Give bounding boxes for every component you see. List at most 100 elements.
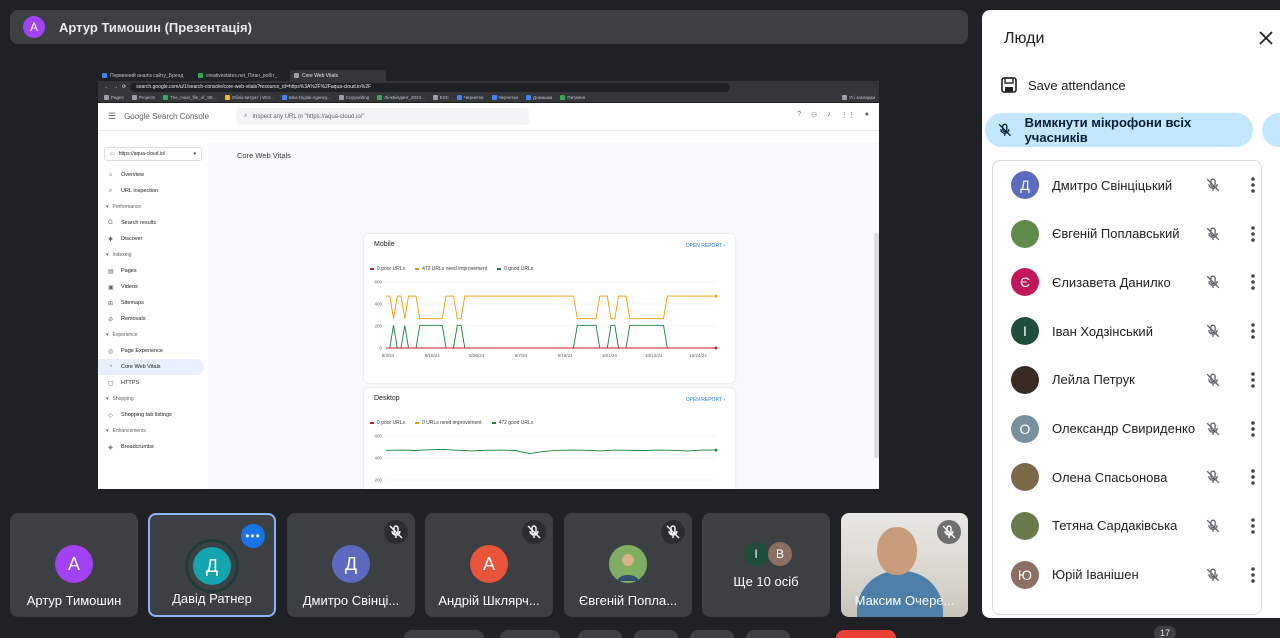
bookmark-label: Усі закладки (849, 95, 875, 100)
mic-off-icon[interactable] (1203, 565, 1223, 585)
participant-row[interactable]: Є Єлизавета Данилко (993, 258, 1261, 306)
nav-section-performance[interactable]: ▾ Performance (98, 199, 208, 215)
toolbar-button[interactable] (578, 630, 622, 638)
nav-overview[interactable]: ⌂ Overview (98, 167, 208, 183)
nav-pages[interactable]: ▤ Pages (98, 263, 208, 279)
participant-row[interactable]: Олена Спасьонова (993, 453, 1261, 501)
participant-row[interactable]: Д Дмитро Свінціцький (993, 161, 1261, 209)
more-vert-icon[interactable] (1247, 419, 1259, 439)
bookmark[interactable]: Домашка (526, 95, 552, 100)
nav-section-experience[interactable]: ▾ Experience (98, 327, 208, 343)
bookmark[interactable]: Облік витрат | Wor... (224, 95, 274, 100)
bookmark[interactable]: Усі закладки (842, 95, 879, 100)
bookmark[interactable]: The_main_file_of_SE... (163, 95, 217, 100)
bookmark[interactable]: Чернетка (457, 95, 484, 100)
apps-icon[interactable]: ⋮⋮ (841, 111, 855, 119)
nav-section-enhancements[interactable]: ▾ Enhancements (98, 423, 208, 439)
participant-row[interactable]: О Олександр Свириденко (993, 405, 1261, 453)
participant-tile[interactable]: Д Дмитро Свінці... (287, 513, 415, 617)
bookmark[interactable]: ЛінкБілдинг_2023... (377, 95, 425, 100)
mic-off-icon[interactable] (1203, 419, 1223, 439)
more-vert-icon[interactable] (1247, 467, 1259, 487)
more-options-icon[interactable]: ••• (241, 524, 265, 548)
more-vert-icon[interactable] (1247, 272, 1259, 292)
more-vert-icon[interactable] (1247, 175, 1259, 195)
participant-tile[interactable]: А Андрій Шклярч... (425, 513, 553, 617)
more-vert-icon[interactable] (1247, 565, 1259, 585)
nav-shopping-tab[interactable]: ◇ Shopping tab listings (98, 407, 208, 423)
nav-breadcrumbs[interactable]: ◈ Breadcrumbs (98, 439, 208, 455)
hamburger-icon[interactable]: ☰ (108, 111, 116, 122)
more-participants-tile[interactable]: І В Ще 10 осіб (702, 513, 830, 617)
more-vert-icon[interactable] (1247, 516, 1259, 536)
browser-tab[interactable]: creativestates.net_План_робіт_ (194, 70, 290, 81)
asterisk-icon: ✱ (108, 236, 114, 243)
mic-off-icon[interactable] (1203, 370, 1223, 390)
leave-call-button[interactable] (836, 630, 896, 638)
participant-row[interactable]: Тетяна Сардаківська (993, 502, 1261, 550)
browser-tab[interactable]: Первинний аналіз сайту_Бренд (98, 70, 194, 81)
nav-removals[interactable]: ⊘ Removals (98, 311, 208, 327)
toolbar-button[interactable] (634, 630, 678, 638)
toolbar-button[interactable] (404, 630, 484, 638)
bookmark[interactable]: Питання (560, 95, 585, 100)
mic-off-icon[interactable] (1203, 516, 1223, 536)
help-icon[interactable]: ? (797, 111, 801, 119)
nav-section-shopping[interactable]: ▾ Shopping (98, 391, 208, 407)
bookmark[interactable]: Copywriting (338, 95, 369, 100)
toolbar-button[interactable] (746, 630, 790, 638)
reload-icon[interactable]: ⟳ (122, 84, 126, 90)
nav-url-inspection[interactable]: ⌕ URL inspection (98, 183, 208, 199)
mic-off-icon[interactable] (1203, 175, 1223, 195)
remove-access-button[interactable] (1262, 113, 1280, 147)
close-icon[interactable] (1256, 28, 1276, 48)
participant-tile-selected[interactable]: Д ••• Давід Ратнер (148, 513, 276, 617)
url-inspect-search[interactable]: ⌕ Inspect any URL in "https://aqua-cloud… (236, 108, 529, 125)
nav-https[interactable]: ▢ HTTPS (98, 375, 208, 391)
mic-off-icon[interactable] (1203, 224, 1223, 244)
save-attendance-button[interactable]: Save attendance (1000, 76, 1126, 94)
bookmark[interactable]: Pages (104, 95, 124, 100)
open-report-link[interactable]: OPEN REPORT › (686, 243, 725, 249)
mute-all-button[interactable]: Вимкнути мікрофони всіх учасників (985, 113, 1253, 147)
mic-off-icon[interactable] (1203, 321, 1223, 341)
bell-icon[interactable]: ♪ (827, 111, 831, 119)
mic-off-icon[interactable] (1203, 467, 1223, 487)
participant-list: Д Дмитро Свінціцький Євгеній Поплавський Є Є… (992, 160, 1262, 615)
nav-videos[interactable]: ▣ Videos (98, 279, 208, 295)
more-vert-icon[interactable] (1247, 224, 1259, 244)
address-bar[interactable]: search.google.com/u/1/search-console/cor… (130, 82, 731, 92)
bookmark[interactable]: Idea Digital Agency... (281, 95, 331, 100)
browser-tab-active[interactable]: Core Web Vitals (290, 70, 386, 81)
open-report-link[interactable]: OPEN REPORT › (686, 397, 725, 403)
bookmark[interactable]: Чернетка (491, 95, 518, 100)
card-title: Mobile (374, 241, 395, 248)
avatar-photo (609, 545, 647, 583)
nav-sitemaps[interactable]: ⊞ Sitemaps (98, 295, 208, 311)
more-vert-icon[interactable] (1247, 321, 1259, 341)
participant-row[interactable]: Євгеній Поплавський (993, 210, 1261, 258)
scrollbar[interactable] (874, 233, 879, 458)
bookmark[interactable]: ESC (432, 95, 449, 100)
nav-page-experience[interactable]: ◎ Page Experience (98, 343, 208, 359)
toolbar-button[interactable] (690, 630, 734, 638)
nav-discover[interactable]: ✱ Discover (98, 231, 208, 247)
nav-section-indexing[interactable]: ▾ Indexing (98, 247, 208, 263)
property-selector[interactable]: ▭ https://aqua-cloud.io/ ▾ (104, 147, 202, 161)
participant-row[interactable]: Лейла Петрук (993, 356, 1261, 404)
forward-icon[interactable]: → (113, 84, 118, 90)
participant-video-tile[interactable]: Максим Очере... (841, 513, 968, 617)
people-icon[interactable]: ⚇ (811, 111, 817, 119)
more-vert-icon[interactable] (1247, 370, 1259, 390)
nav-search-results[interactable]: G Search results (98, 215, 208, 231)
back-icon[interactable]: ← (104, 84, 109, 90)
account-avatar[interactable]: ● (865, 111, 869, 119)
participant-tile[interactable]: А Артур Тимошин (10, 513, 138, 617)
mic-off-icon[interactable] (1203, 272, 1223, 292)
bookmark[interactable]: Projects (131, 95, 155, 100)
participant-row[interactable]: І Іван Ходзінський (993, 307, 1261, 355)
participant-row[interactable]: Ю Юрій Іванішен (993, 551, 1261, 599)
toolbar-button[interactable] (500, 630, 560, 638)
participant-tile[interactable]: Євгеній Попла... (564, 513, 692, 617)
nav-core-web-vitals[interactable]: ◔ Core Web Vitals (98, 359, 204, 375)
